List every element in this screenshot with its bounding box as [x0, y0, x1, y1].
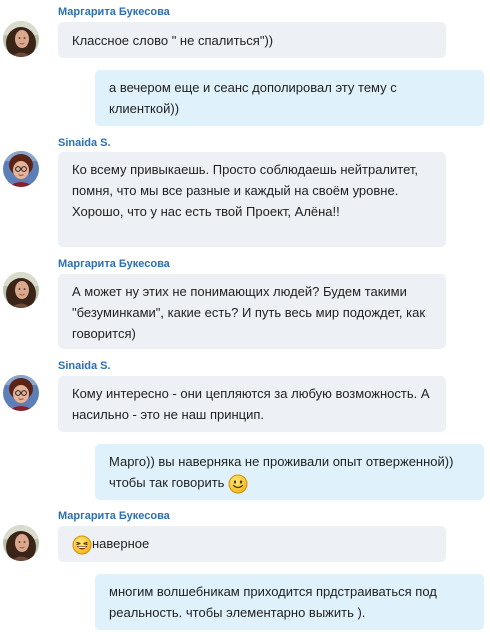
message-text: Кому интересно - они цепляются за любую … — [72, 386, 430, 422]
message-text: наверное — [92, 536, 150, 551]
message-text: Ко всему привыкаешь. Просто соблюдаешь н… — [72, 162, 419, 219]
sender-name[interactable]: Sinaida S. — [58, 137, 111, 150]
incoming-message: наверное — [58, 526, 446, 562]
message-text: Марго)) вы наверняка не проживали опыт о… — [109, 454, 454, 490]
outgoing-message: Марго)) вы наверняка не проживали опыт о… — [95, 444, 484, 500]
avatar[interactable] — [3, 21, 39, 57]
laughing-emoji-icon — [72, 535, 92, 555]
avatar[interactable] — [3, 525, 39, 561]
sender-name[interactable]: Sinaida S. — [58, 360, 111, 373]
incoming-message: Кому интересно - они цепляются за любую … — [58, 376, 446, 432]
incoming-message: Классное слово " не спалиться")) — [58, 22, 446, 58]
message-text: а вечером еще и сеанс дополировал эту те… — [109, 80, 397, 116]
message-text: Классное слово " не спалиться")) — [72, 33, 274, 48]
smile-emoji-icon — [228, 474, 248, 494]
sender-name[interactable]: Маргарита Букесова — [58, 6, 170, 19]
outgoing-message: а вечером еще и сеанс дополировал эту те… — [95, 70, 484, 126]
message-text: А может ну этих не понимающих людей? Буд… — [72, 284, 426, 341]
avatar[interactable] — [3, 375, 39, 411]
sender-name[interactable]: Маргарита Букесова — [58, 258, 170, 271]
incoming-message: Ко всему привыкаешь. Просто соблюдаешь н… — [58, 152, 446, 247]
message-text: многим волшебникам приходится прдстраива… — [109, 584, 437, 620]
outgoing-message: многим волшебникам приходится прдстраива… — [95, 574, 484, 630]
avatar[interactable] — [3, 272, 39, 308]
sender-name[interactable]: Маргарита Букесова — [58, 510, 170, 523]
avatar[interactable] — [3, 151, 39, 187]
incoming-message: А может ну этих не понимающих людей? Буд… — [58, 274, 446, 349]
chat-history: Маргарита Букесова Классное слово " не с… — [0, 0, 490, 635]
